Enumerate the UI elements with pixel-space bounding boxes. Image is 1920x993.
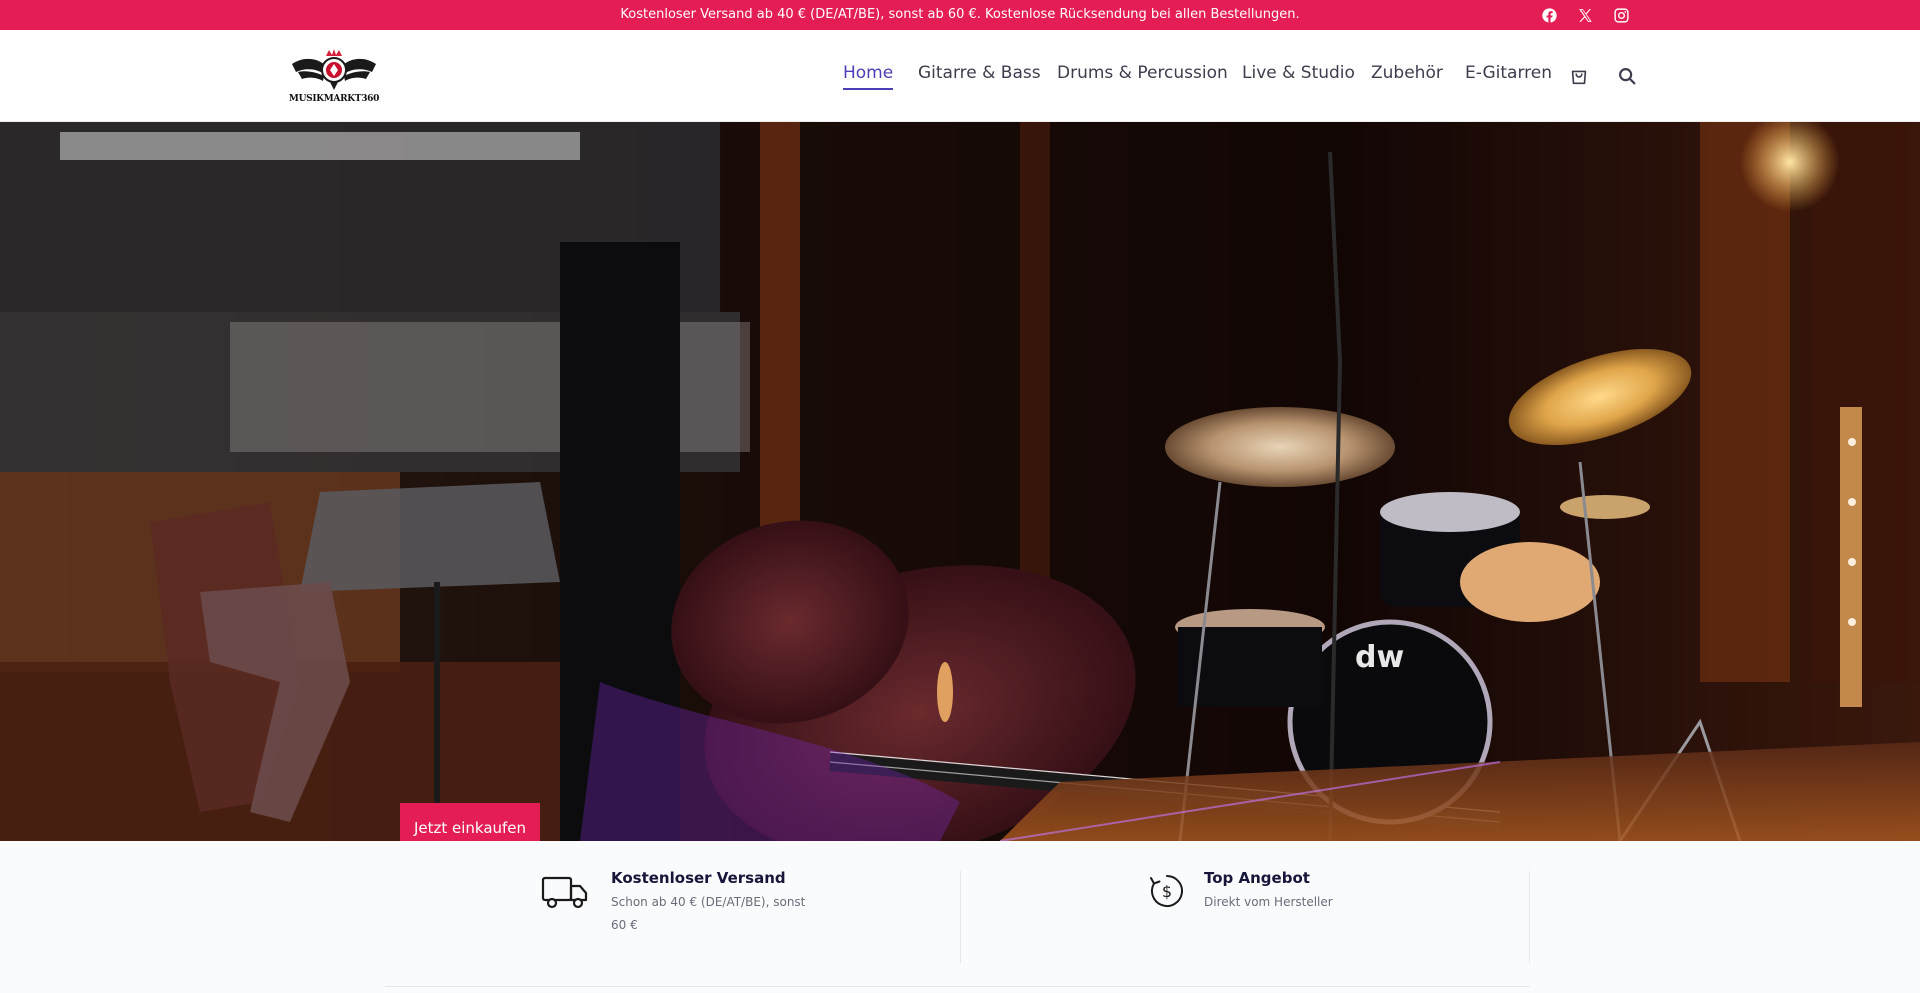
nav-gitarre-bass[interactable]: Gitarre & Bass	[918, 63, 1041, 83]
nav-e-gitarren[interactable]: E-Gitarren	[1465, 63, 1552, 83]
announcement-text: Kostenloser Versand ab 40 € (DE/AT/BE), …	[620, 7, 1300, 22]
truck-icon	[541, 876, 588, 909]
feature-title: Top Angebot	[1204, 869, 1310, 887]
features-bar: Kostenloser Versand Schon ab 40 € (DE/AT…	[0, 841, 1920, 993]
x-icon[interactable]	[1575, 5, 1595, 25]
announcement-bar: Kostenloser Versand ab 40 € (DE/AT/BE), …	[0, 0, 1920, 30]
logo-text: MUSIKMARKT360	[288, 94, 380, 104]
shop-now-button[interactable]: Jetzt einkaufen	[400, 803, 540, 841]
nav-zubehoer[interactable]: Zubehör	[1371, 63, 1443, 83]
feature-subtitle: Direkt vom Hersteller	[1204, 895, 1333, 909]
nav-drums-percussion[interactable]: Drums & Percussion	[1057, 63, 1228, 83]
hero-banner: dw Jetzt einkaufen	[0, 122, 1920, 841]
section-separator	[385, 986, 1530, 987]
site-header: MUSIKMARKT360 Home Gitarre & Bass Drums …	[0, 30, 1920, 122]
facebook-icon[interactable]	[1539, 5, 1559, 25]
nav-live-studio[interactable]: Live & Studio	[1242, 63, 1355, 83]
svg-text:$: $	[1162, 882, 1172, 901]
nav-home[interactable]: Home	[843, 63, 894, 90]
hero-stage-image: dw	[0, 122, 1920, 841]
cart-icon[interactable]	[1568, 65, 1590, 87]
feature-divider	[1529, 871, 1530, 963]
dollar-refresh-icon: $	[1150, 875, 1183, 907]
svg-text:dw: dw	[1355, 640, 1404, 675]
feature-title: Kostenloser Versand	[611, 869, 786, 887]
feature-subtitle: Schon ab 40 € (DE/AT/BE), sonst 60 €	[611, 895, 806, 932]
feature-divider	[960, 871, 961, 963]
instagram-icon[interactable]	[1611, 5, 1631, 25]
search-icon[interactable]	[1616, 65, 1638, 87]
